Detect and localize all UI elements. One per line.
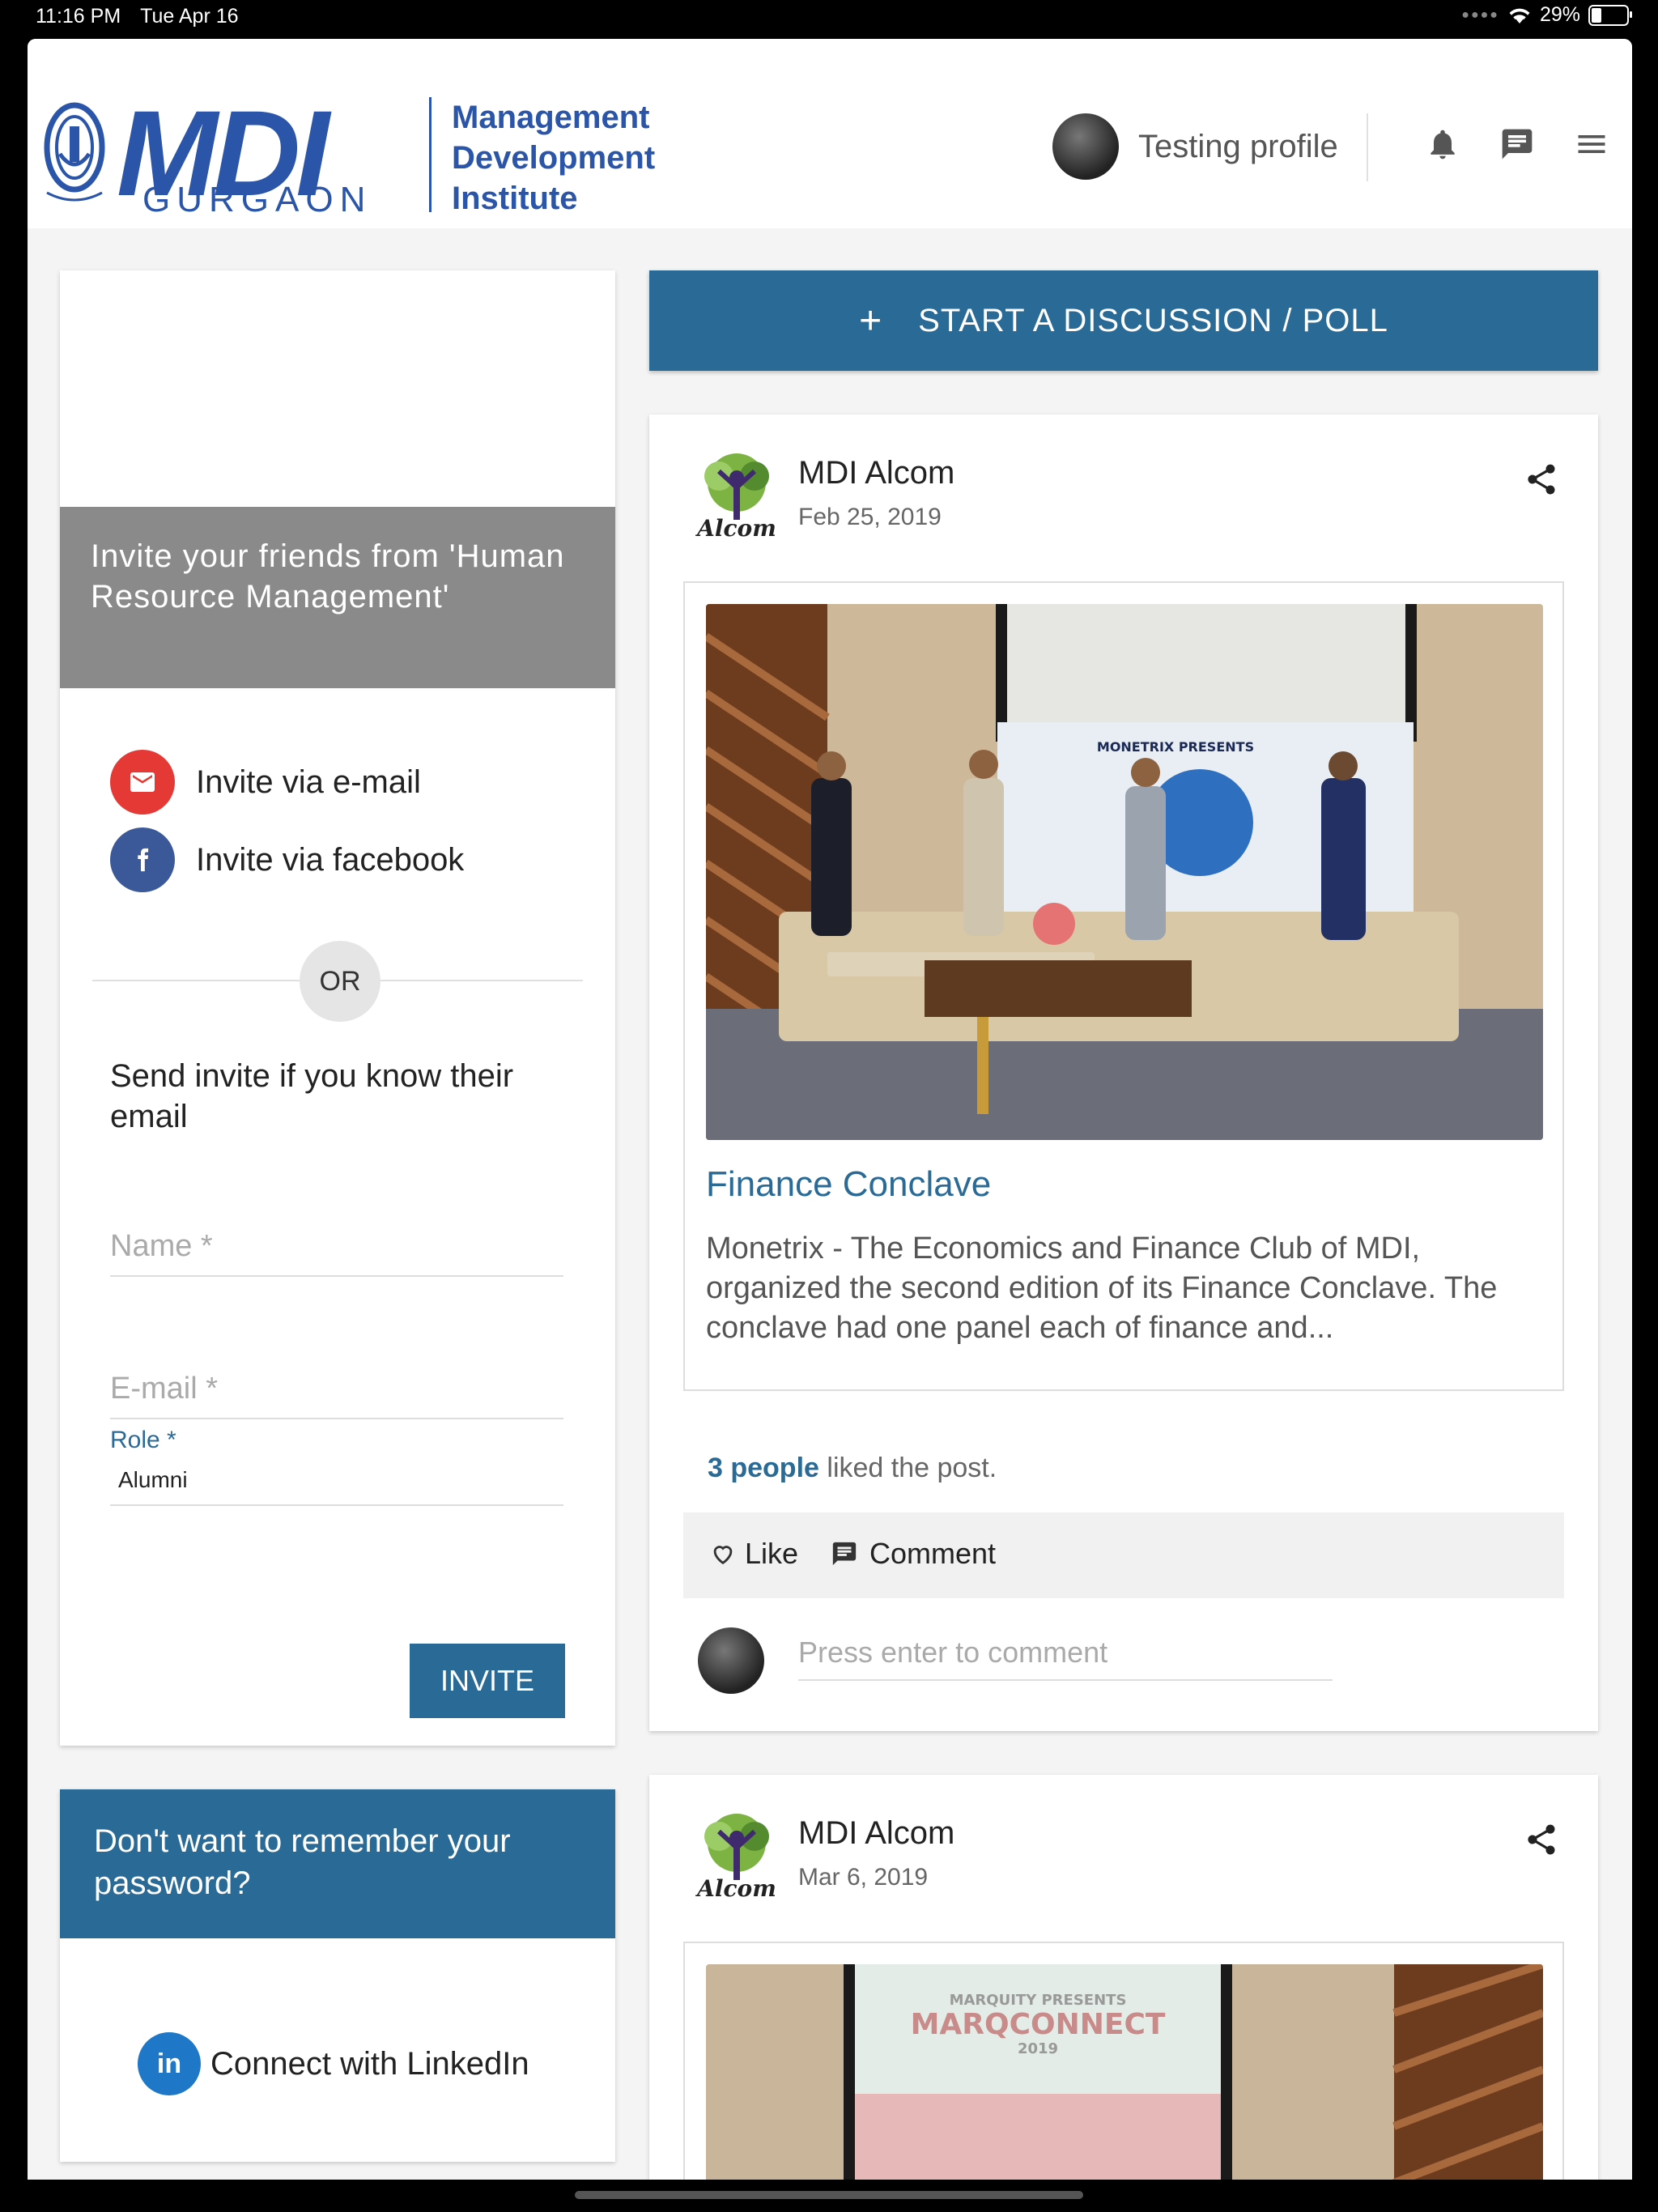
role-label: Role * bbox=[110, 1427, 176, 1453]
invite-email-label[interactable]: Invite via e-mail bbox=[196, 764, 421, 801]
svg-text:Alcom: Alcom bbox=[695, 1875, 776, 1902]
likes-summary: 3 people liked the post. bbox=[708, 1453, 997, 1484]
institute-name: Management Development Institute bbox=[452, 97, 655, 219]
status-time: 11:16 PM bbox=[36, 5, 121, 28]
email-field[interactable] bbox=[110, 1372, 563, 1419]
battery-percent: 29% bbox=[1539, 3, 1580, 26]
top-header: MDI GURGAON Management Development Insti… bbox=[28, 39, 1632, 228]
send-invite-text: Send invite if you know their email bbox=[110, 1058, 514, 1134]
wifi-icon bbox=[1509, 8, 1530, 23]
status-indicators: ●●●● 29% bbox=[1461, 3, 1632, 27]
status-date: Tue Apr 16 bbox=[140, 5, 239, 28]
share-icon[interactable] bbox=[1524, 462, 1559, 497]
logo-city: GURGAON bbox=[142, 180, 372, 219]
chat-icon[interactable] bbox=[1499, 126, 1535, 162]
comment-icon bbox=[832, 1542, 857, 1566]
comment-label: Comment bbox=[869, 1537, 997, 1570]
profile-menu[interactable]: Testing profile bbox=[1052, 113, 1338, 180]
like-label: Like bbox=[745, 1537, 799, 1570]
header-divider bbox=[1367, 113, 1368, 181]
event-photo: MARQUITY PRESENTS MARQCONNECT 2019 bbox=[706, 1964, 1543, 2180]
alcom-logo-icon[interactable]: Alcom bbox=[695, 1807, 779, 1903]
invite-email-option[interactable]: Invite via e-mail bbox=[110, 750, 421, 815]
institute-line-1: Management bbox=[452, 100, 650, 135]
post-title[interactable]: Finance Conclave bbox=[706, 1164, 991, 1205]
post-actions: Like Comment bbox=[683, 1512, 1564, 1598]
post-date: Mar 6, 2019 bbox=[798, 1864, 929, 1891]
invite-facebook-option[interactable]: Invite via facebook bbox=[110, 827, 464, 892]
institute-line-3: Institute bbox=[452, 181, 578, 216]
comment-field[interactable] bbox=[798, 1636, 1333, 1681]
battery-icon bbox=[1588, 4, 1632, 26]
feed-post: Alcom MDI Alcom Feb 25, 2019 MONETRIX PR… bbox=[649, 415, 1598, 1731]
screen-text-small: MARQUITY PRESENTS bbox=[950, 1992, 1127, 2009]
likes-count[interactable]: 3 people bbox=[708, 1453, 819, 1483]
comment-button[interactable]: Comment bbox=[831, 1537, 996, 1571]
banner-text: MONETRIX PRESENTS bbox=[1097, 739, 1254, 755]
app-window: MDI GURGAON Management Development Insti… bbox=[28, 39, 1632, 2180]
name-input[interactable] bbox=[110, 1229, 563, 1275]
start-discussion-label: START A DISCUSSION / POLL bbox=[918, 302, 1388, 338]
invite-facebook-label[interactable]: Invite via facebook bbox=[196, 842, 464, 878]
comment-input[interactable] bbox=[798, 1636, 1333, 1679]
post-author[interactable]: MDI Alcom bbox=[798, 455, 954, 491]
linkedin-icon: in bbox=[138, 2032, 201, 2095]
start-discussion-button[interactable]: + START A DISCUSSION / POLL bbox=[649, 270, 1598, 371]
share-icon[interactable] bbox=[1524, 1822, 1559, 1857]
status-bar: 11:16 PM Tue Apr 16 ●●●● 29% bbox=[0, 0, 1658, 39]
email-input[interactable] bbox=[110, 1372, 563, 1418]
event-photo: MONETRIX PRESENTS bbox=[706, 604, 1543, 1140]
linkedin-connect-button[interactable]: in Connect with LinkedIn bbox=[138, 2032, 529, 2095]
invite-card: Invite your friends from 'Human Resource… bbox=[60, 270, 615, 1746]
post-photo[interactable]: MARQUITY PRESENTS MARQCONNECT 2019 bbox=[706, 1964, 1543, 2180]
svg-text:Alcom: Alcom bbox=[695, 515, 776, 542]
post-excerpt: Monetrix - The Economics and Finance Clu… bbox=[706, 1231, 1498, 1345]
or-badge: OR bbox=[300, 941, 380, 1022]
bell-icon[interactable] bbox=[1425, 126, 1460, 162]
signal-icon: ●●●● bbox=[1461, 7, 1499, 22]
password-card: Don't want to remember your password? in… bbox=[60, 1789, 615, 2162]
post-content[interactable]: MARQUITY PRESENTS MARQCONNECT 2019 bbox=[683, 1942, 1564, 2180]
post-date: Feb 25, 2019 bbox=[798, 504, 942, 530]
role-select[interactable]: Alumni bbox=[110, 1461, 563, 1506]
name-field[interactable] bbox=[110, 1229, 563, 1277]
likes-suffix: liked the post. bbox=[818, 1453, 997, 1483]
screen-text-big: MARQCONNECT bbox=[911, 2008, 1166, 2041]
invite-button[interactable]: INVITE bbox=[410, 1644, 565, 1718]
menu-icon[interactable] bbox=[1574, 126, 1609, 162]
logo-divider bbox=[429, 97, 432, 212]
post-photo[interactable]: MONETRIX PRESENTS bbox=[706, 604, 1543, 1140]
facebook-icon bbox=[110, 827, 175, 892]
post-author[interactable]: MDI Alcom bbox=[798, 1815, 954, 1852]
screen-text-year: 2019 bbox=[1018, 2040, 1058, 2057]
profile-name[interactable]: Testing profile bbox=[1138, 129, 1338, 165]
mdi-emblem-icon bbox=[44, 102, 105, 202]
status-time-date: 11:16 PM Tue Apr 16 bbox=[36, 5, 258, 28]
profile-avatar[interactable] bbox=[1052, 113, 1119, 180]
password-card-title: Don't want to remember your password? bbox=[60, 1789, 615, 1938]
heart-icon bbox=[713, 1546, 733, 1565]
invite-title: Invite your friends from 'Human Resource… bbox=[60, 507, 615, 688]
institute-line-2: Development bbox=[452, 140, 656, 176]
linkedin-label[interactable]: Connect with LinkedIn bbox=[210, 2046, 529, 2082]
commenter-avatar bbox=[698, 1627, 764, 1694]
plus-icon: + bbox=[859, 299, 883, 342]
post-content[interactable]: MONETRIX PRESENTS Finance Conclave Monet… bbox=[683, 581, 1564, 1391]
home-indicator[interactable] bbox=[575, 2191, 1083, 2199]
feed-post: Alcom MDI Alcom Mar 6, 2019 MARQUITY PRE… bbox=[649, 1775, 1598, 2180]
alcom-logo-icon[interactable]: Alcom bbox=[695, 447, 779, 542]
like-button[interactable]: Like bbox=[709, 1537, 798, 1571]
gmail-icon bbox=[110, 750, 175, 815]
battery-fill bbox=[1592, 7, 1601, 23]
